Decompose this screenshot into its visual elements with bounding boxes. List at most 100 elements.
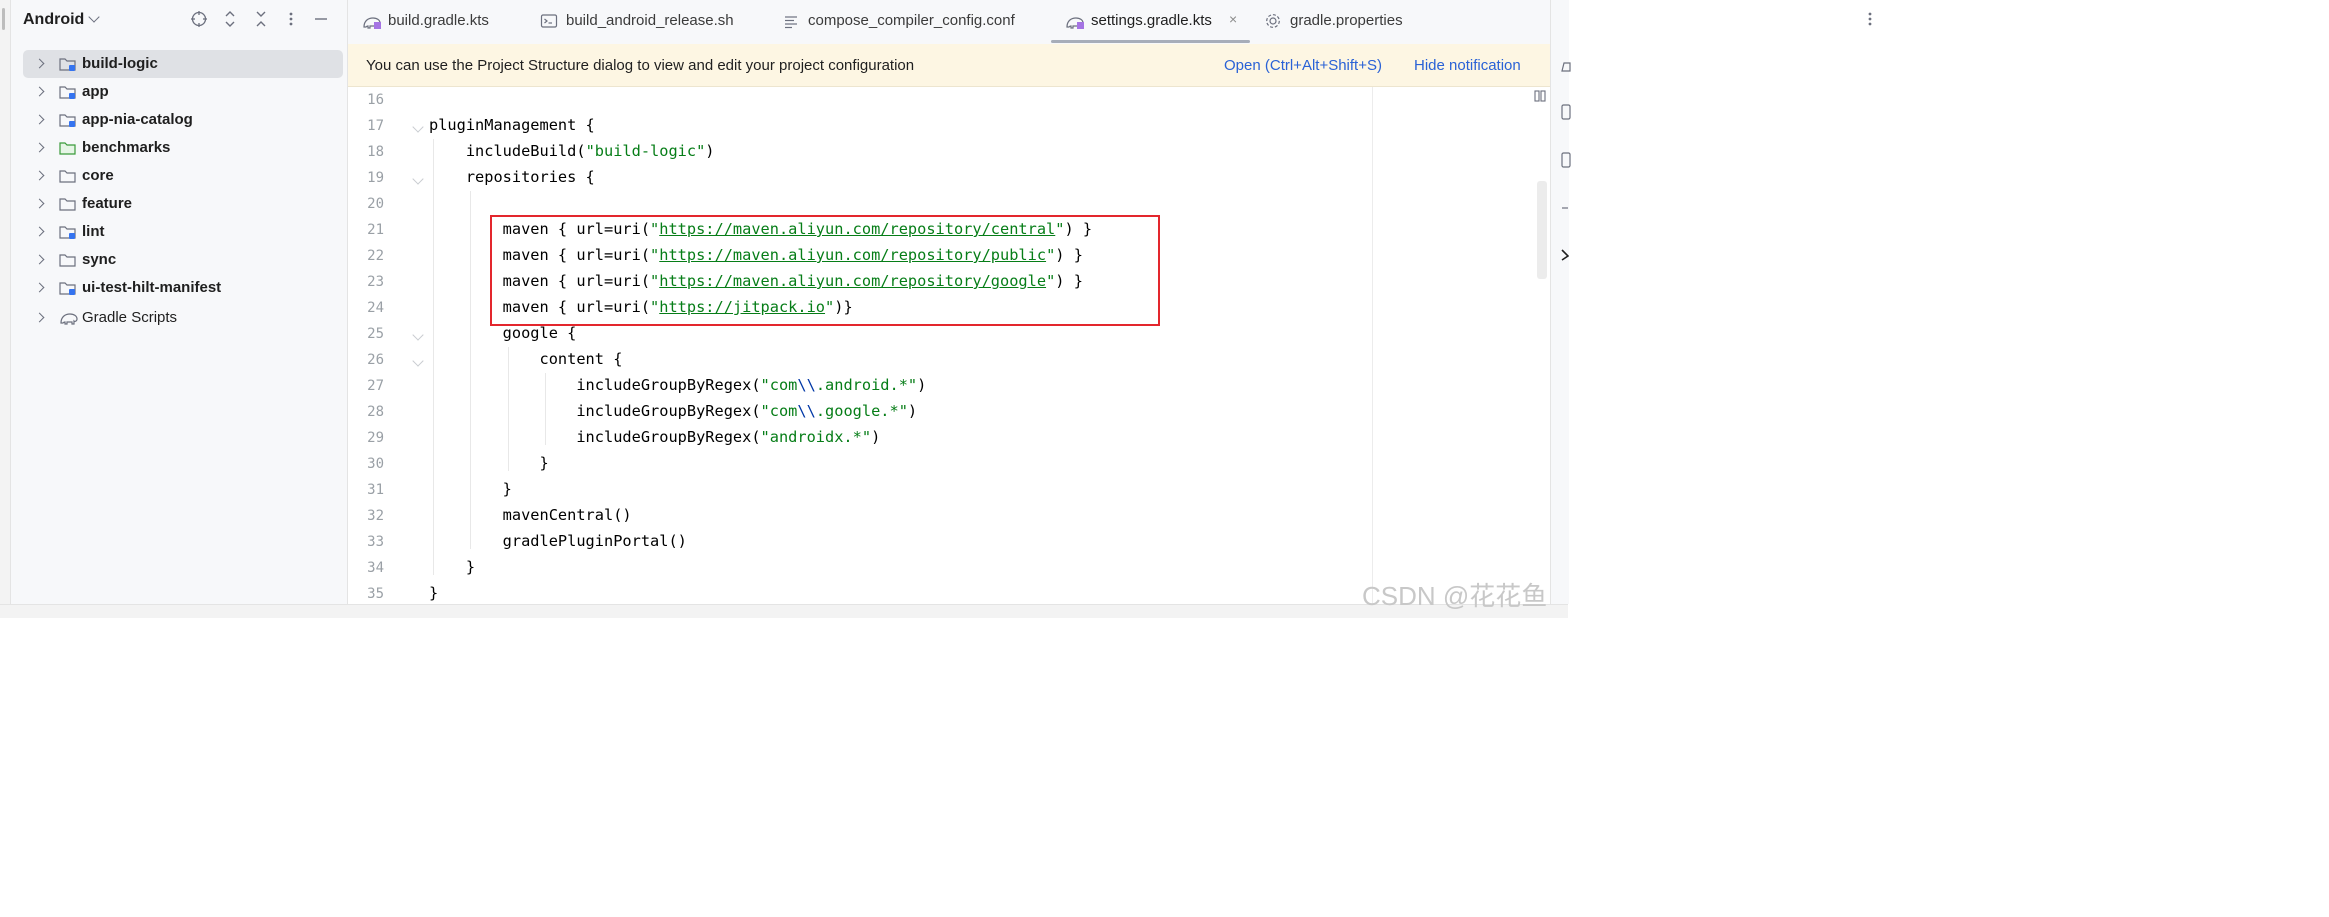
code-text: pluginManagement { <box>429 116 595 134</box>
running-devices-icon[interactable] <box>1561 152 1571 171</box>
expand-all-icon[interactable] <box>220 10 240 30</box>
android-module-folder-icon <box>59 282 76 295</box>
folder-icon <box>59 254 76 267</box>
project-view-selector[interactable]: Android <box>23 11 100 29</box>
chevron-right-icon[interactable] <box>34 282 45 293</box>
locate-icon[interactable] <box>189 10 209 30</box>
tree-item-label: app-nia-catalog <box>82 111 193 128</box>
tab-label: compose_compiler_config.conf <box>808 12 1015 29</box>
status-bar <box>0 604 1568 618</box>
code-text: google { <box>429 324 577 342</box>
chevron-right-icon[interactable] <box>34 58 45 69</box>
code-text: } <box>429 454 549 472</box>
tree-item-app-nia-catalog[interactable]: app-nia-catalog <box>23 106 343 134</box>
chevron-right-icon[interactable] <box>34 198 45 209</box>
folder-icon <box>59 170 76 183</box>
code-text: gradlePluginPortal() <box>429 532 687 550</box>
gradle-elephant-icon <box>60 313 78 325</box>
notifications-icon[interactable] <box>1561 60 1571 77</box>
line-number: 28 <box>367 404 384 420</box>
tree-item-label: benchmarks <box>82 139 171 156</box>
open-project-structure-link[interactable]: Open (Ctrl+Alt+Shift+S) <box>1224 57 1382 74</box>
chevron-right-icon[interactable] <box>34 114 45 125</box>
tree-item-lint[interactable]: lint <box>23 218 343 246</box>
line-number: 23 <box>367 274 384 290</box>
tab-gradle-properties[interactable]: gradle.properties <box>1264 0 1434 44</box>
line-number: 20 <box>367 196 384 212</box>
collapse-all-icon[interactable] <box>251 10 271 30</box>
code-line: 26 content { <box>348 348 1550 374</box>
line-number: 33 <box>367 534 384 550</box>
tab-settings-gradle-kts[interactable]: settings.gradle.kts × <box>1065 0 1255 44</box>
tree-item-ui-test-hilt-manifest[interactable]: ui-test-hilt-manifest <box>23 274 343 302</box>
highlight-annotation-box <box>490 215 1160 326</box>
chevron-right-icon[interactable] <box>34 170 45 181</box>
tree-item-benchmarks[interactable]: benchmarks <box>23 134 343 162</box>
fold-marker-icon[interactable] <box>412 121 424 133</box>
tree-item-label: Gradle Scripts <box>82 309 178 326</box>
tab-build-android-release-sh[interactable]: build_android_release.sh <box>540 0 760 44</box>
line-number: 31 <box>367 482 384 498</box>
tool-window-indicator <box>2 8 5 30</box>
line-number: 35 <box>367 586 384 602</box>
chevron-down-icon <box>88 11 100 23</box>
tab-build-gradle-kts[interactable]: build.gradle.kts <box>362 0 512 44</box>
chevron-right-icon[interactable] <box>34 142 45 153</box>
close-tab-icon[interactable]: × <box>1229 11 1237 27</box>
watermark: CSDN @花花鱼 <box>1362 581 1548 611</box>
tab-compose-compiler-config-conf[interactable]: compose_compiler_config.conf <box>782 0 1042 44</box>
tree-item-feature[interactable]: feature <box>23 190 343 218</box>
hide-panel-icon[interactable] <box>311 10 331 30</box>
code-text: repositories { <box>429 168 595 186</box>
left-tool-strip <box>0 0 11 604</box>
terminal-script-icon <box>540 14 558 28</box>
tree-item-build-logic[interactable]: build-logic <box>23 50 343 78</box>
gradle-tool-icon[interactable] <box>1561 200 1569 216</box>
line-number: 29 <box>367 430 384 446</box>
chevron-right-icon[interactable] <box>34 226 45 237</box>
code-text: content { <box>429 350 623 368</box>
line-number: 21 <box>367 222 384 238</box>
gradle-kts-icon <box>363 17 381 29</box>
fold-marker-icon[interactable] <box>412 329 424 341</box>
hide-notification-link[interactable]: Hide notification <box>1414 57 1521 74</box>
assistant-icon[interactable] <box>1561 248 1570 265</box>
editor-tab-bar: build.gradle.kts build_android_release.s… <box>348 0 1872 45</box>
fold-marker-icon[interactable] <box>412 355 424 367</box>
gradle-kts-icon <box>1066 17 1084 29</box>
tree-item-label: sync <box>82 251 117 268</box>
line-number: 25 <box>367 326 384 342</box>
code-text: includeBuild("build-logic") <box>429 142 715 160</box>
tree-item-gradle-scripts[interactable]: Gradle Scripts <box>23 304 343 332</box>
tree-item-sync[interactable]: sync <box>23 246 343 274</box>
code-line: 32 mavenCentral() <box>348 504 1550 530</box>
code-text: includeGroupByRegex("com\\.google.*") <box>429 402 918 420</box>
chevron-right-icon[interactable] <box>34 254 45 265</box>
chevron-right-icon[interactable] <box>34 86 45 97</box>
device-manager-icon[interactable] <box>1561 104 1571 123</box>
code-line: 33 gradlePluginPortal() <box>348 530 1550 556</box>
tree-item-label: core <box>82 167 114 184</box>
tree-item-app[interactable]: app <box>23 78 343 106</box>
code-editor[interactable]: 16 17 pluginManagement { 18 includeBuild(… <box>348 87 1550 604</box>
options-menu-icon[interactable] <box>281 10 301 30</box>
tree-item-label: app <box>82 83 109 100</box>
reader-mode-icon[interactable] <box>1534 90 1546 105</box>
module-folder-icon <box>59 86 76 99</box>
code-line: 16 <box>348 88 1550 114</box>
code-line: 30 } <box>348 452 1550 478</box>
module-folder-icon <box>59 58 76 71</box>
fold-marker-icon[interactable] <box>412 173 424 185</box>
line-number: 34 <box>367 560 384 576</box>
more-tabs-icon[interactable] <box>1867 10 1873 33</box>
tab-label: build.gradle.kts <box>388 12 489 29</box>
project-view-label: Android <box>23 11 85 28</box>
tree-item-core[interactable]: core <box>23 162 343 190</box>
line-number: 30 <box>367 456 384 472</box>
chevron-right-icon[interactable] <box>34 312 45 323</box>
line-number: 27 <box>367 378 384 394</box>
line-number: 17 <box>367 118 384 134</box>
notification-banner: You can use the Project Structure dialog… <box>348 44 1550 87</box>
editor-scrollbar-thumb[interactable] <box>1537 181 1547 279</box>
project-panel-header: Android <box>11 0 347 42</box>
